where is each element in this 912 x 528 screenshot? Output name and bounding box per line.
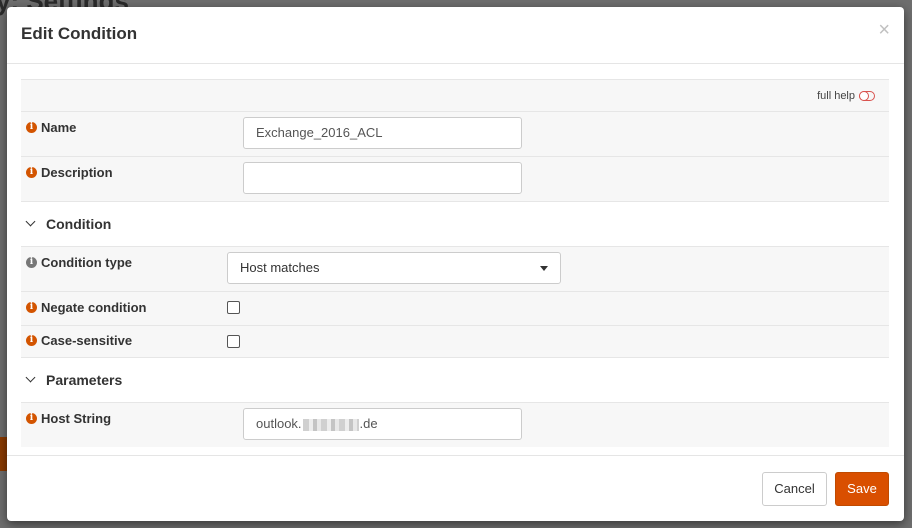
save-button[interactable]: Save: [835, 472, 889, 506]
redacted-text: [302, 418, 359, 431]
dialog-title: Edit Condition: [21, 24, 138, 43]
condition-section-title: Condition: [46, 216, 112, 232]
info-icon[interactable]: i: [26, 413, 37, 424]
info-icon[interactable]: i: [26, 122, 37, 133]
condition-type-row: i Condition type Host matches: [21, 247, 889, 292]
negate-condition-row: i Negate condition: [21, 292, 889, 326]
chevron-down-icon: [25, 216, 36, 227]
close-button[interactable]: ×: [878, 20, 890, 40]
host-string-row: i Host String outlook. .de: [21, 403, 889, 447]
name-input[interactable]: Exchange_2016_ACL: [243, 117, 522, 149]
case-sensitive-checkbox[interactable]: [227, 335, 240, 348]
name-label: i Name: [26, 120, 76, 135]
info-icon[interactable]: i: [26, 335, 37, 346]
host-string-input[interactable]: outlook. .de: [243, 408, 522, 440]
condition-type-selected: Host matches: [240, 260, 320, 275]
toggle-icon[interactable]: [859, 91, 875, 101]
case-sensitive-label: i Case-sensitive: [26, 333, 132, 348]
host-string-prefix: outlook.: [256, 416, 302, 431]
host-string-label: i Host String: [26, 411, 111, 426]
help-row: full help: [21, 79, 889, 112]
description-row: i Description: [21, 157, 889, 202]
dialog-header: Edit Condition ×: [7, 7, 904, 64]
host-string-suffix: .de: [359, 416, 378, 431]
caret-down-icon: [540, 266, 548, 271]
negate-condition-label: i Negate condition: [26, 300, 146, 315]
cancel-button[interactable]: Cancel: [762, 472, 827, 506]
info-icon[interactable]: i: [26, 302, 37, 313]
full-help-label: full help: [817, 90, 855, 102]
chevron-down-icon: [25, 372, 36, 383]
case-sensitive-row: i Case-sensitive: [21, 326, 889, 358]
condition-section-header[interactable]: Condition: [21, 202, 889, 247]
negate-condition-checkbox[interactable]: [227, 301, 240, 314]
description-input[interactable]: [243, 162, 522, 194]
dialog-body: full help i Name Exchange_2016_ACL i Des…: [21, 79, 889, 447]
condition-type-label: i Condition type: [26, 255, 132, 270]
parameters-section-title: Parameters: [46, 372, 123, 388]
dialog-footer: Cancel Save: [7, 455, 904, 521]
parameters-section-header[interactable]: Parameters: [21, 358, 889, 403]
info-icon[interactable]: i: [26, 257, 37, 268]
name-row: i Name Exchange_2016_ACL: [21, 112, 889, 157]
edit-condition-dialog: Edit Condition × full help i Name Exchan…: [7, 7, 904, 521]
description-label: i Description: [26, 165, 113, 180]
info-icon[interactable]: i: [26, 167, 37, 178]
condition-type-select[interactable]: Host matches: [227, 252, 561, 284]
full-help-toggle[interactable]: full help: [817, 90, 875, 102]
